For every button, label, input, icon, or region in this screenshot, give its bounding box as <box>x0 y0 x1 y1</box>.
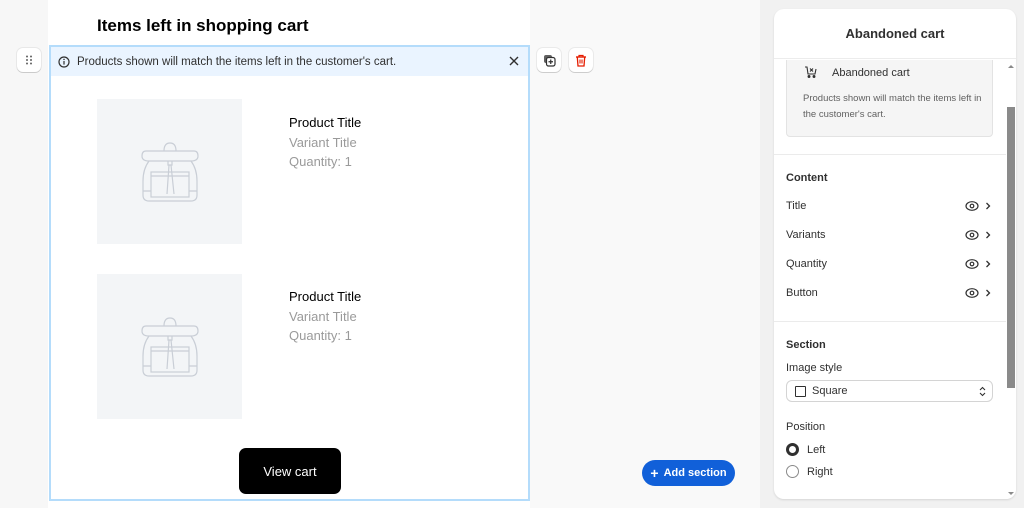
duplicate-section-button[interactable] <box>537 48 561 72</box>
info-banner-text: Products shown will match the items left… <box>77 55 397 68</box>
left-gutter <box>0 0 48 508</box>
content-row-label: Variants <box>786 229 826 241</box>
backpack-icon <box>140 316 199 377</box>
image-style-select[interactable]: Square <box>786 380 993 402</box>
info-icon <box>58 55 70 68</box>
drag-dots-icon <box>26 55 32 65</box>
content-row-label: Title <box>786 200 807 212</box>
select-arrows-icon <box>979 386 986 397</box>
cart-icon <box>805 66 817 78</box>
product-image-placeholder <box>97 99 242 244</box>
variant-title: Variant Title <box>289 308 357 324</box>
product-title: Product Title <box>289 289 362 304</box>
radio-label: Left <box>807 443 826 456</box>
chevron-right-icon <box>986 202 991 210</box>
drag-handle[interactable] <box>17 48 41 72</box>
content-row-title[interactable]: Title <box>786 196 993 216</box>
canvas-margin <box>530 0 760 508</box>
content-row-variants[interactable]: Variants <box>786 225 993 245</box>
chevron-right-icon <box>986 231 991 239</box>
chevron-right-icon <box>986 289 991 297</box>
selected-section[interactable]: Products shown will match the items left… <box>49 45 530 501</box>
scrollbar-thumb[interactable] <box>1007 107 1015 388</box>
content-row-label: Button <box>786 287 818 299</box>
content-heading: Content <box>786 172 828 184</box>
image-style-value: Square <box>812 385 848 397</box>
backpack-icon <box>140 141 199 202</box>
image-style-label: Image style <box>786 362 843 374</box>
divider <box>774 321 1006 322</box>
product-quantity: Quantity: 1 <box>289 328 352 343</box>
email-section-title: Items left in shopping cart <box>97 16 309 35</box>
panel-title: Abandoned cart <box>774 9 1016 59</box>
card-description: Products shown will match the items left… <box>803 93 982 120</box>
divider <box>774 154 1006 155</box>
product-quantity: Quantity: 1 <box>289 154 352 169</box>
card-title: Abandoned cart <box>832 67 910 79</box>
close-icon <box>509 56 519 66</box>
eye-icon[interactable] <box>965 199 979 213</box>
eye-icon[interactable] <box>965 286 979 300</box>
scroll-up-arrow-icon[interactable] <box>1008 65 1014 68</box>
settings-panel: Abandoned cart Abandoned cart Products s… <box>774 9 1016 499</box>
product-details: Product Title Variant Title Quantity: 1 <box>289 287 361 346</box>
position-right-radio[interactable]: Right <box>786 465 833 478</box>
product-image-placeholder <box>97 274 242 419</box>
position-left-radio[interactable]: Left <box>786 443 825 456</box>
eye-icon[interactable] <box>965 257 979 271</box>
chevron-right-icon <box>986 260 991 268</box>
delete-section-button[interactable] <box>569 48 593 72</box>
radio-selected-icon <box>786 443 799 456</box>
add-section-label: Add section <box>663 467 727 479</box>
info-banner: Products shown will match the items left… <box>51 47 528 76</box>
content-row-quantity[interactable]: Quantity <box>786 254 993 274</box>
position-label: Position <box>786 421 826 433</box>
panel-scrollbar[interactable] <box>1006 60 1016 499</box>
abandoned-cart-card: Abandoned cart Products shown will match… <box>786 60 993 137</box>
add-section-button[interactable]: + Add section <box>642 460 735 486</box>
view-cart-button[interactable]: View cart <box>239 448 341 494</box>
product-title: Product Title <box>289 115 362 130</box>
dismiss-banner-button[interactable] <box>506 53 522 69</box>
product-details: Product Title Variant Title Quantity: 1 <box>289 113 361 172</box>
square-icon <box>795 385 806 397</box>
plus-icon: + <box>650 465 659 481</box>
eye-icon[interactable] <box>965 228 979 242</box>
variant-title: Variant Title <box>289 134 357 150</box>
panel-body: Abandoned cart Products shown will match… <box>774 60 1006 499</box>
trash-icon <box>576 54 586 67</box>
content-row-button[interactable]: Button <box>786 283 993 303</box>
scroll-down-arrow-icon[interactable] <box>1008 492 1014 495</box>
section-heading: Section <box>786 339 826 351</box>
radio-unselected-icon <box>786 465 799 478</box>
radio-label: Right <box>807 465 833 478</box>
content-row-label: Quantity <box>786 258 827 270</box>
duplicate-icon <box>543 54 556 67</box>
